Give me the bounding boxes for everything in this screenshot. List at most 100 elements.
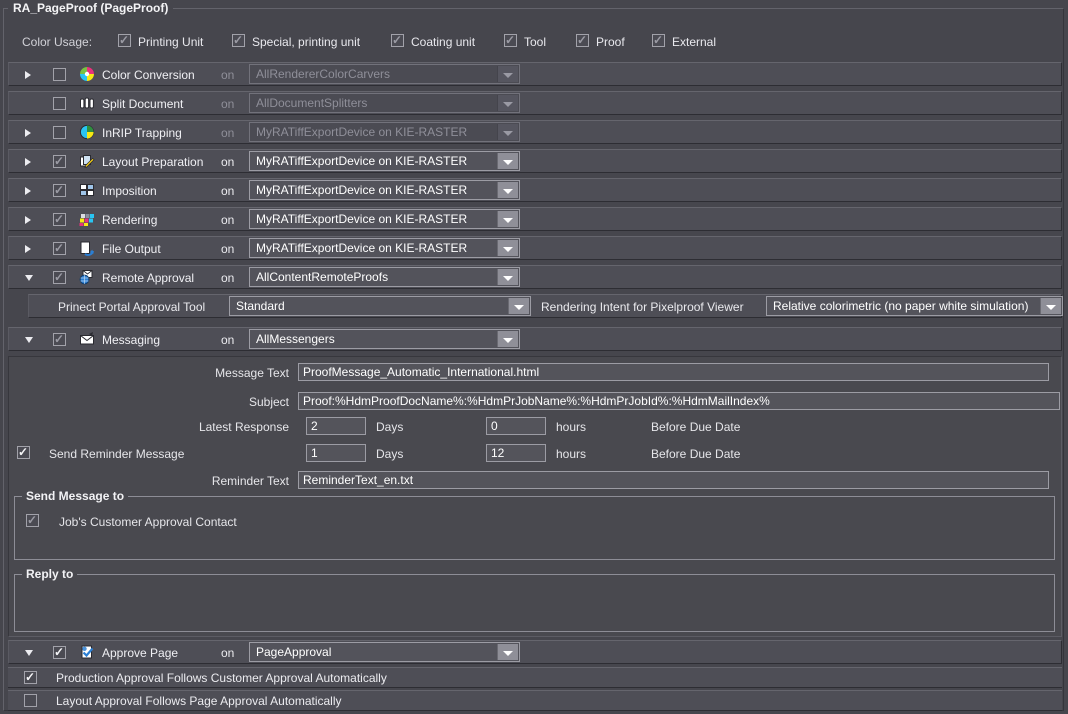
- external-checkbox[interactable]: [652, 34, 665, 47]
- send-reminder-checkbox[interactable]: [17, 446, 30, 459]
- dropdown-value: Relative colorimetric (no paper white si…: [773, 299, 1038, 313]
- approve-page-icon: [79, 644, 95, 660]
- inrip-trapping-checkbox[interactable]: [53, 126, 66, 139]
- chevron-down-icon: [497, 644, 518, 660]
- remote-approval-icon: [79, 269, 95, 285]
- layout-preparation-device-dropdown[interactable]: MyRATiffExportDevice on KIE-RASTER: [249, 151, 520, 171]
- dropdown-value: AllDocumentSplitters: [256, 96, 495, 110]
- layout-preparation-checkbox[interactable]: [53, 155, 66, 168]
- expand-arrow-icon[interactable]: [25, 129, 31, 137]
- approve-page-device-dropdown[interactable]: PageApproval: [249, 642, 520, 662]
- proof-checkbox[interactable]: [576, 34, 589, 47]
- message-text-label: Message Text: [9, 366, 289, 380]
- collapse-arrow-icon[interactable]: [25, 337, 33, 343]
- rendering-icon: [79, 211, 95, 227]
- dropdown-value: AllRendererColorCarvers: [256, 67, 495, 81]
- approve-page-checkbox[interactable]: [53, 646, 66, 659]
- on-label: on: [221, 646, 234, 660]
- chevron-down-icon: [497, 153, 518, 169]
- chevron-down-icon: [497, 66, 518, 82]
- coating-unit-checkbox[interactable]: [391, 34, 404, 47]
- step-row-split-document: Split Document on AllDocumentSplitters: [8, 91, 1062, 115]
- split-document-checkbox[interactable]: [53, 97, 66, 110]
- dropdown-value: MyRATiffExportDevice on KIE-RASTER: [256, 212, 495, 226]
- before-due-date-label: Before Due Date: [651, 420, 740, 434]
- chevron-down-icon: [497, 240, 518, 256]
- chevron-down-icon: [497, 95, 518, 111]
- reminder-text-input[interactable]: [298, 471, 1049, 489]
- remote-approval-checkbox[interactable]: [53, 271, 66, 284]
- color-conversion-icon: [79, 66, 95, 82]
- tool-checkbox[interactable]: [504, 34, 517, 47]
- step-row-inrip-trapping: InRIP Trapping on MyRATiffExportDevice o…: [8, 120, 1062, 144]
- subject-input[interactable]: [298, 392, 1060, 410]
- on-label: on: [221, 68, 234, 82]
- checkbox-label: Printing Unit: [138, 35, 203, 49]
- chevron-down-icon: [497, 211, 518, 227]
- subject-label: Subject: [9, 395, 289, 409]
- checkbox-label: Tool: [524, 35, 546, 49]
- send-reminder-label: Send Reminder Message: [49, 447, 184, 461]
- rendering-device-dropdown[interactable]: MyRATiffExportDevice on KIE-RASTER: [249, 209, 520, 229]
- layout-approval-checkbox[interactable]: [24, 694, 37, 707]
- rendering-checkbox[interactable]: [53, 213, 66, 226]
- rendering-intent-dropdown[interactable]: Relative colorimetric (no paper white si…: [766, 296, 1063, 316]
- messaging-icon: [79, 331, 95, 347]
- message-text-input[interactable]: [298, 363, 1049, 381]
- remote-approval-detail-row: Prinect Portal Approval Tool Standard Re…: [28, 294, 1062, 318]
- file-output-checkbox[interactable]: [53, 242, 66, 255]
- on-label: on: [221, 213, 234, 227]
- printing-unit-checkbox[interactable]: [118, 34, 131, 47]
- portal-tool-label: Prinect Portal Approval Tool: [58, 300, 205, 314]
- special-printing-unit-checkbox[interactable]: [232, 34, 245, 47]
- chevron-down-icon: [497, 124, 518, 140]
- imposition-device-dropdown[interactable]: MyRATiffExportDevice on KIE-RASTER: [249, 180, 520, 200]
- expand-arrow-icon[interactable]: [25, 216, 31, 224]
- layout-preparation-icon: [79, 153, 95, 169]
- remote-approval-device-dropdown[interactable]: AllContentRemoteProofs: [249, 267, 520, 287]
- on-label: on: [221, 242, 234, 256]
- collapse-arrow-icon[interactable]: [25, 650, 33, 656]
- messaging-device-dropdown[interactable]: AllMessengers: [249, 329, 520, 349]
- imposition-checkbox[interactable]: [53, 184, 66, 197]
- portal-tool-dropdown[interactable]: Standard: [229, 296, 531, 316]
- collapse-arrow-icon[interactable]: [25, 275, 33, 281]
- step-label: Imposition: [102, 184, 157, 198]
- color-conversion-device-dropdown[interactable]: AllRendererColorCarvers: [249, 64, 520, 84]
- expand-arrow-icon[interactable]: [25, 158, 31, 166]
- reminder-days-input[interactable]: [306, 444, 366, 462]
- chevron-down-icon: [1040, 298, 1061, 314]
- imposition-icon: [79, 182, 95, 198]
- production-approval-row: Production Approval Follows Customer App…: [8, 667, 1062, 688]
- messaging-checkbox[interactable]: [53, 333, 66, 346]
- chevron-down-icon: [497, 182, 518, 198]
- dropdown-value: PageApproval: [256, 645, 495, 659]
- expand-arrow-icon[interactable]: [25, 71, 31, 79]
- step-label: Messaging: [102, 333, 160, 347]
- customer-approval-contact-label: Job's Customer Approval Contact: [59, 515, 237, 529]
- messaging-detail-panel: Message Text Subject Latest Response Day…: [8, 356, 1062, 637]
- expand-arrow-icon[interactable]: [25, 187, 31, 195]
- dropdown-value: MyRATiffExportDevice on KIE-RASTER: [256, 125, 495, 139]
- step-label: Split Document: [102, 97, 183, 111]
- customer-approval-contact-checkbox[interactable]: [26, 514, 39, 527]
- split-document-device-dropdown[interactable]: AllDocumentSplitters: [249, 93, 520, 113]
- latest-response-hours-input[interactable]: [486, 417, 546, 435]
- step-label: Approve Page: [102, 646, 178, 660]
- color-usage-label: Color Usage:: [22, 35, 92, 49]
- step-row-imposition: Imposition on MyRATiffExportDevice on KI…: [8, 178, 1062, 202]
- reminder-hours-input[interactable]: [486, 444, 546, 462]
- split-document-icon: [79, 95, 95, 111]
- inrip-trapping-device-dropdown[interactable]: MyRATiffExportDevice on KIE-RASTER: [249, 122, 520, 142]
- on-label: on: [221, 126, 234, 140]
- before-due-date-label: Before Due Date: [651, 447, 740, 461]
- step-row-remote-approval: Remote Approval on AllContentRemoteProof…: [8, 265, 1062, 289]
- chevron-down-icon: [508, 298, 529, 314]
- send-message-to-title: Send Message to: [22, 489, 128, 503]
- dropdown-value: Standard: [236, 299, 506, 313]
- production-approval-checkbox[interactable]: [24, 671, 37, 684]
- file-output-device-dropdown[interactable]: MyRATiffExportDevice on KIE-RASTER: [249, 238, 520, 258]
- latest-response-days-input[interactable]: [306, 417, 366, 435]
- color-conversion-checkbox[interactable]: [53, 68, 66, 81]
- expand-arrow-icon[interactable]: [25, 245, 31, 253]
